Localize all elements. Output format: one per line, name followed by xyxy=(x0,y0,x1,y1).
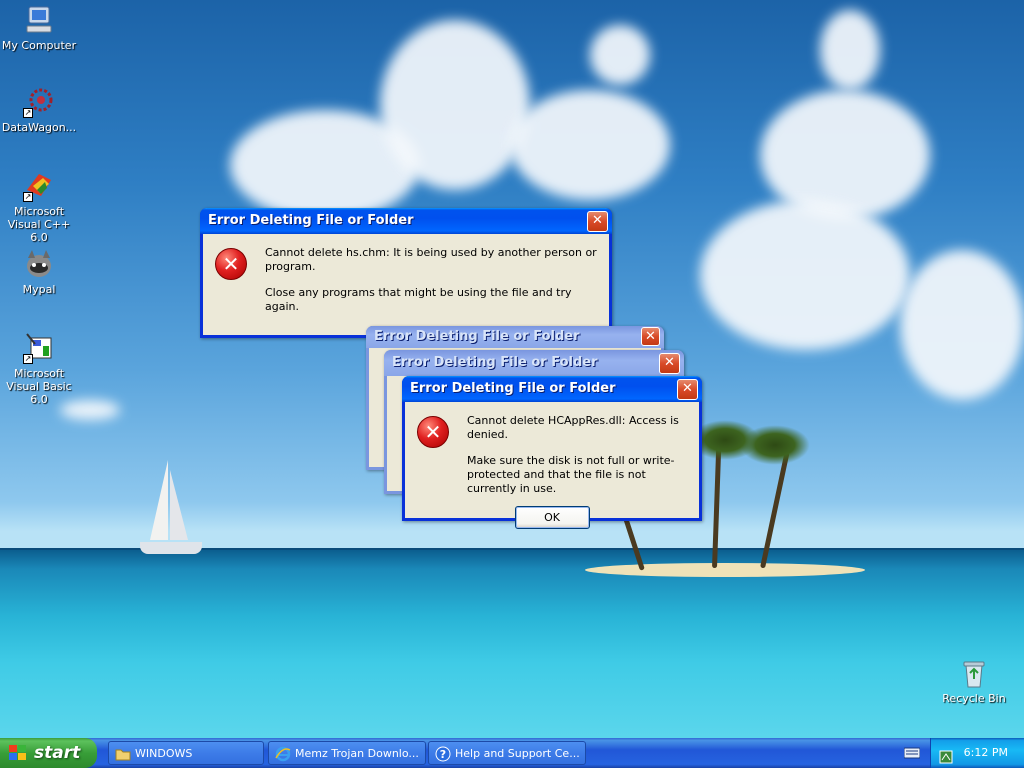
taskbar: start WINDOWS Memz Trojan Downlo... ? He… xyxy=(0,738,1024,768)
close-button[interactable]: ✕ xyxy=(677,379,698,400)
ok-button[interactable]: OK xyxy=(514,506,590,529)
dialog-message: Cannot delete HCAppRes.dll: Access is de… xyxy=(467,414,689,496)
desktop-icon-label: My Computer xyxy=(1,39,77,52)
close-icon: ✕ xyxy=(682,381,693,396)
desktop-icon-mypal[interactable]: Mypal xyxy=(0,248,78,296)
dialog-title-bar[interactable]: Error Deleting File or Folder ✕ xyxy=(384,350,684,376)
dialog-detail-text: Close any programs that might be using t… xyxy=(265,286,572,313)
dialog-body: ✕ Cannot delete HCAppRes.dll: Access is … xyxy=(405,402,699,539)
close-icon: ✕ xyxy=(645,329,656,344)
dialog-title: Error Deleting File or Folder xyxy=(208,213,414,228)
desktop-icon-datawagon[interactable]: ↗ DataWagon... xyxy=(0,86,78,134)
dialog-message-text: Cannot delete hs.chm: It is being used b… xyxy=(265,246,597,273)
start-label: start xyxy=(34,743,81,763)
error-dialog-hs-chm[interactable]: Error Deleting File or Folder ✕ ✕ Cannot… xyxy=(200,208,612,349)
shortcut-arrow-icon: ↗ xyxy=(23,108,33,118)
svg-text:?: ? xyxy=(440,748,446,761)
recycle-bin-icon xyxy=(958,657,990,689)
windows-flag-icon xyxy=(9,745,27,761)
shortcut-arrow-icon: ↗ xyxy=(23,192,33,202)
desktop-icon-visual-basic[interactable]: ↗ Microsoft Visual Basic 6.0 xyxy=(0,332,78,406)
desktop-icon-label: Microsoft Visual Basic 6.0 xyxy=(6,367,72,406)
shortcut-arrow-icon: ↗ xyxy=(23,354,33,364)
datawagon-icon: ↗ xyxy=(23,86,55,118)
desktop-icon-my-computer[interactable]: My Computer xyxy=(0,4,78,52)
keyboard-icon[interactable] xyxy=(903,747,921,759)
desktop-icon-label: Recycle Bin xyxy=(942,692,1006,705)
dialog-title-bar[interactable]: Error Deleting File or Folder ✕ xyxy=(366,326,664,348)
internet-explorer-icon xyxy=(275,746,291,762)
visual-cpp-icon: ↗ xyxy=(23,170,55,202)
dialog-message-text: Cannot delete HCAppRes.dll: Access is de… xyxy=(467,414,679,441)
desktop-icon-label: Mypal xyxy=(22,283,56,296)
dialog-title-bar[interactable]: Error Deleting File or Folder ✕ xyxy=(402,376,702,402)
dialog-title: Error Deleting File or Folder xyxy=(410,381,616,396)
visual-basic-icon: ↗ xyxy=(23,332,55,364)
help-icon: ? xyxy=(435,746,451,762)
mypal-icon xyxy=(23,248,55,280)
dialog-message: Cannot delete hs.chm: It is being used b… xyxy=(265,246,599,314)
error-icon: ✕ xyxy=(215,248,247,280)
desktop-icon-visual-cpp[interactable]: ↗ Microsoft Visual C++ 6.0 xyxy=(0,170,78,244)
start-button[interactable]: start xyxy=(0,738,97,768)
close-button[interactable]: ✕ xyxy=(587,211,608,232)
folder-icon xyxy=(115,746,131,762)
dialog-detail-text: Make sure the disk is not full or write-… xyxy=(467,454,675,495)
tray-network-icon[interactable] xyxy=(939,746,953,764)
my-computer-icon xyxy=(23,4,55,36)
close-icon: ✕ xyxy=(664,355,675,370)
taskbar-button-label: WINDOWS xyxy=(135,747,193,760)
error-icon: ✕ xyxy=(417,416,449,448)
clock[interactable]: 6:12 PM xyxy=(964,738,1008,768)
dialog-title-bar[interactable]: Error Deleting File or Folder ✕ xyxy=(200,208,612,234)
taskbar-button-label: Help and Support Ce... xyxy=(455,747,580,760)
close-icon: ✕ xyxy=(592,213,603,228)
taskbar-button-help[interactable]: ? Help and Support Ce... xyxy=(428,741,586,765)
desktop-icon-recycle-bin[interactable]: Recycle Bin xyxy=(935,657,1013,705)
dialog-title: Error Deleting File or Folder xyxy=(374,329,580,344)
close-button[interactable]: ✕ xyxy=(659,353,680,374)
taskbar-button-memz[interactable]: Memz Trojan Downlo... xyxy=(268,741,426,765)
taskbar-button-label: Memz Trojan Downlo... xyxy=(295,747,419,760)
error-dialog-hcappres[interactable]: Error Deleting File or Folder ✕ ✕ Cannot… xyxy=(402,376,702,529)
desktop-icon-label: Microsoft Visual C++ 6.0 xyxy=(7,205,71,244)
dialog-title: Error Deleting File or Folder xyxy=(392,355,598,370)
taskbar-button-windows[interactable]: WINDOWS xyxy=(108,741,264,765)
system-tray: 6:12 PM xyxy=(930,738,1024,768)
desktop-icon-label: DataWagon... xyxy=(1,121,77,134)
desktop[interactable]: My Computer ↗ DataWagon... ↗ Microsoft V… xyxy=(0,0,1024,738)
close-button[interactable]: ✕ xyxy=(641,327,660,346)
